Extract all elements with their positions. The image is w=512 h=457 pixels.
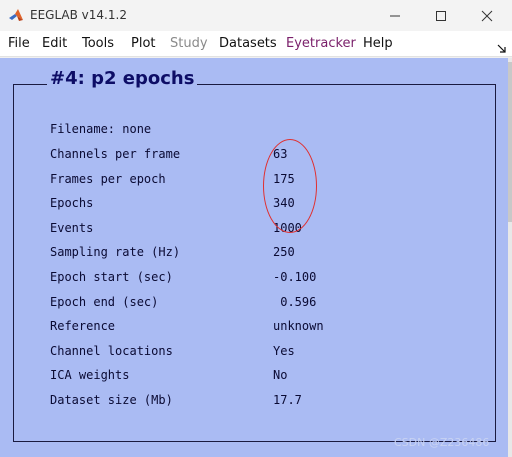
menu-tools[interactable]: Tools: [82, 36, 114, 51]
row-value-channels: 63: [273, 147, 288, 161]
row-value-reference: unknown: [273, 319, 324, 333]
row-label-frames: Frames per epoch: [50, 172, 166, 186]
menu-datasets[interactable]: Datasets: [219, 36, 277, 51]
maximize-button[interactable]: [418, 0, 464, 31]
row-value-sampling-rate: 250: [273, 245, 295, 259]
row-value-dataset-size: 17.7: [273, 393, 302, 407]
row-label-epoch-end: Epoch end (sec): [50, 295, 159, 309]
row-value-frames: 175: [273, 172, 295, 186]
title-bar[interactable]: EEGLAB v14.1.2: [0, 0, 512, 31]
row-value-events: 1000: [273, 221, 302, 235]
menu-study[interactable]: Study: [170, 36, 208, 51]
row-label-ica-weights: ICA weights: [50, 368, 130, 382]
row-label-reference: Reference: [50, 319, 116, 333]
menu-help[interactable]: Help: [363, 36, 393, 51]
row-value-ica-weights: No: [273, 368, 288, 382]
eeglab-window: EEGLAB v14.1.2 File Edit Tools Plot Stud…: [0, 0, 512, 457]
menu-eyetracker[interactable]: Eyetracker: [286, 36, 356, 51]
close-icon: [481, 10, 493, 21]
watermark: CSDN @Z236486: [394, 436, 490, 449]
row-label-sampling-rate: Sampling rate (Hz): [50, 245, 181, 259]
row-label-channel-locations: Channel locations: [50, 344, 173, 358]
row-value-epoch-start: -0.100: [273, 270, 317, 284]
dock-arrow-icon[interactable]: [497, 39, 507, 53]
row-label-dataset-size: Dataset size (Mb): [50, 393, 173, 407]
minimize-icon: [390, 15, 400, 16]
row-value-epoch-end: 0.596: [273, 295, 317, 309]
menu-edit[interactable]: Edit: [42, 36, 67, 51]
scrollbar-thumb[interactable]: [508, 62, 512, 222]
row-label-epoch-start: Epoch start (sec): [50, 270, 173, 284]
close-button[interactable]: [464, 0, 510, 31]
matlab-icon: [8, 7, 24, 23]
menu-bar: File Edit Tools Plot Study Datasets Eyet…: [0, 31, 512, 57]
row-value-channel-locations: Yes: [273, 344, 295, 358]
dataset-title: #4: p2 epochs: [47, 68, 198, 89]
row-label-filename: Filename: none: [50, 122, 152, 136]
window-title: EEGLAB v14.1.2: [30, 8, 127, 22]
menu-file[interactable]: File: [8, 36, 30, 51]
maximize-icon: [436, 10, 446, 21]
row-label-epochs: Epochs: [50, 196, 94, 210]
dataset-frame: [13, 84, 496, 442]
row-label-events: Events: [50, 221, 94, 235]
menu-plot[interactable]: Plot: [131, 36, 156, 51]
minimize-button[interactable]: [372, 0, 418, 31]
row-label-channels: Channels per frame: [50, 147, 181, 161]
row-value-epochs: 340: [273, 196, 295, 210]
